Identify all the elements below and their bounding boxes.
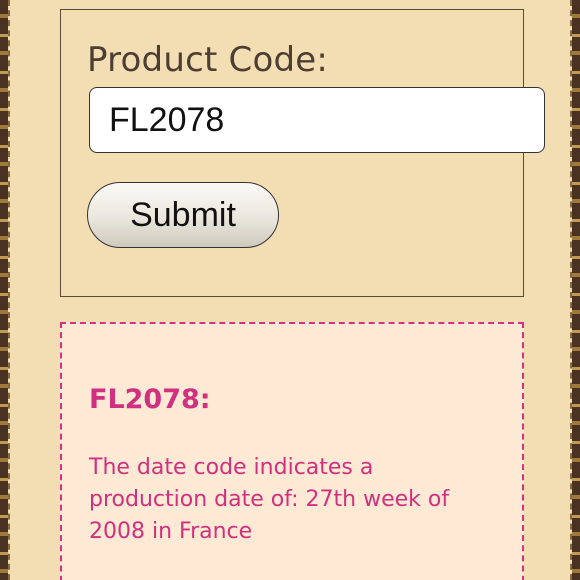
product-code-label: Product Code: [87, 40, 328, 80]
decorative-border-right [572, 0, 580, 580]
product-code-input[interactable] [89, 87, 545, 153]
decorative-border-left [0, 0, 8, 580]
submit-button[interactable]: Submit [87, 182, 279, 248]
result-panel: FL2078: The date code indicates a produc… [60, 322, 524, 580]
result-title: FL2078: [89, 384, 211, 415]
page-container: Product Code: Submit FL2078: The date co… [8, 0, 572, 580]
product-code-form: Product Code: Submit [60, 9, 545, 297]
result-description: The date code indicates a production dat… [89, 455, 450, 544]
